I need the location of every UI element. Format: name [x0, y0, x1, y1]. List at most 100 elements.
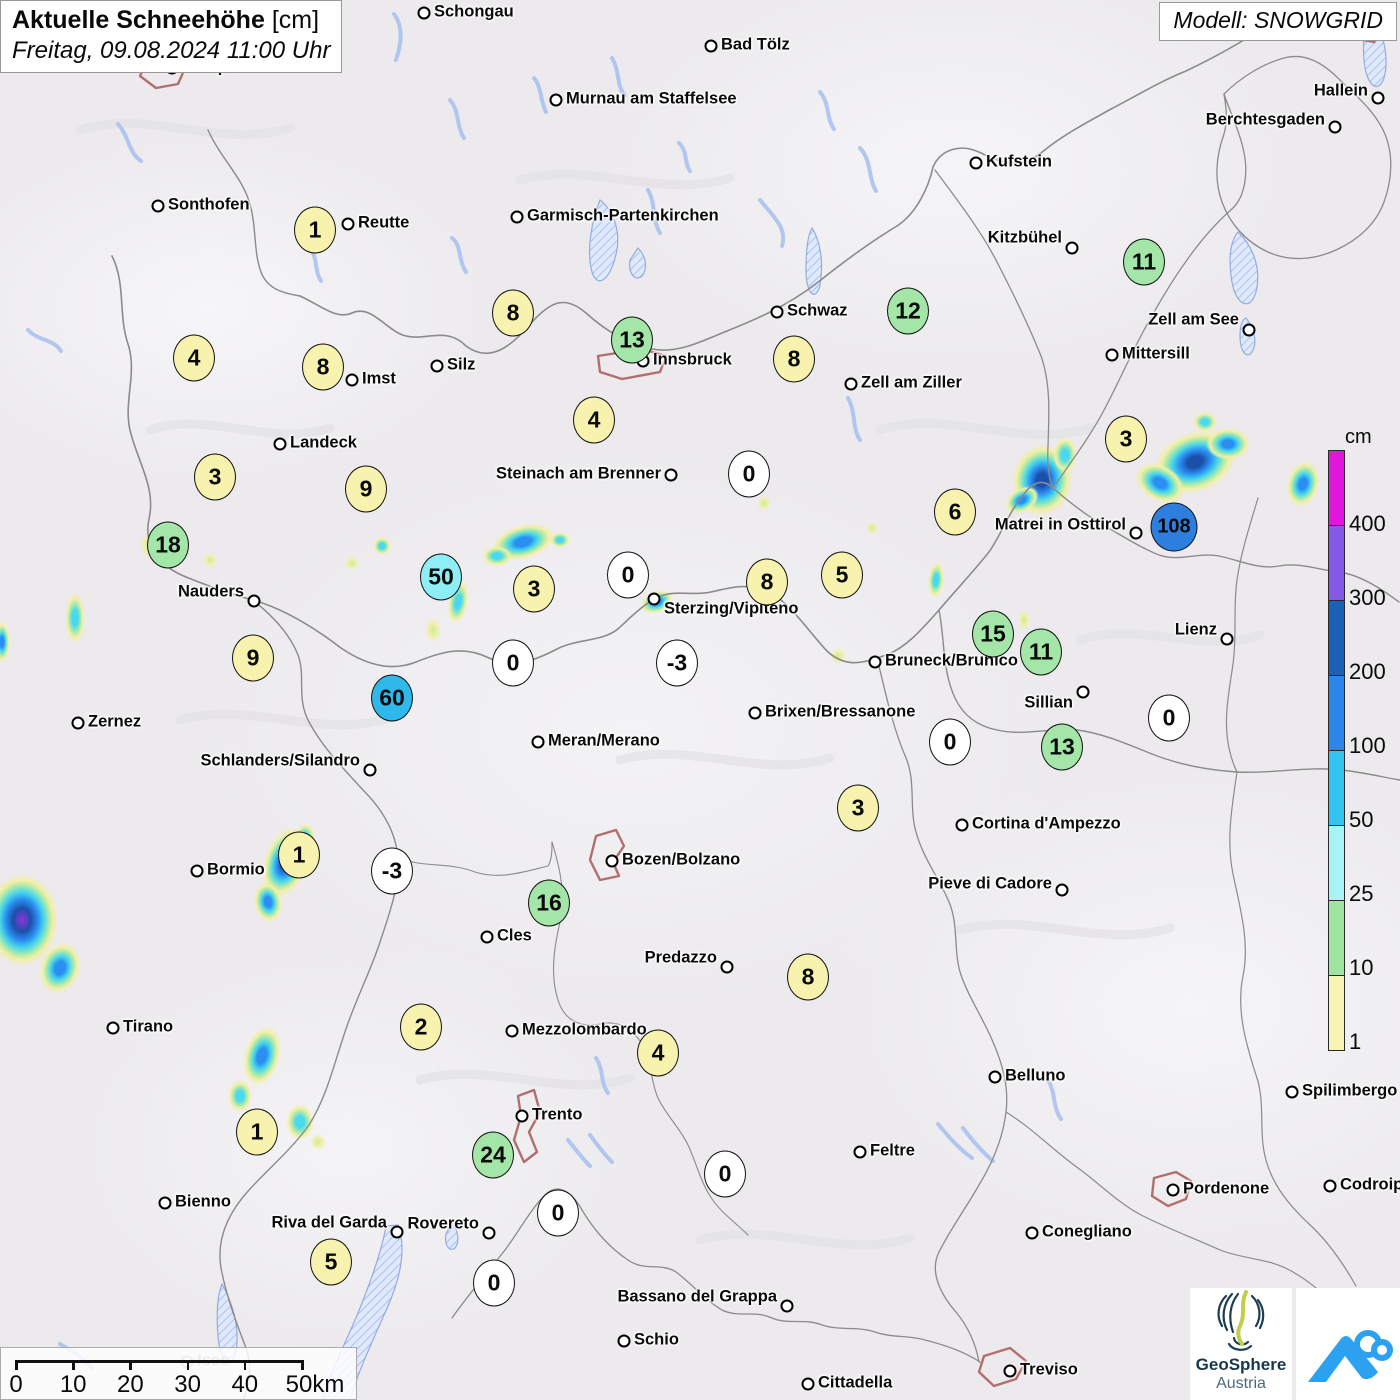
city-labels-layer: KemptenSchongauBad TölzMurnau am Staffel… [0, 0, 1400, 1400]
snow-patch [425, 618, 441, 642]
city-label: Zernez [88, 712, 142, 731]
river-path [532, 76, 548, 114]
city-marker-icon [273, 437, 287, 451]
city-label: Bozen/Bolzano [622, 850, 741, 869]
station-snow-depth-value: 5 [310, 1238, 352, 1286]
snow-patch [0, 874, 58, 966]
river-path [26, 328, 63, 353]
city-label: Bad Tölz [721, 35, 790, 54]
snow-patch [1128, 454, 1192, 512]
city-label: Bassano del Grappa [617, 1287, 777, 1306]
station-snow-depth-value: 3 [1105, 415, 1147, 463]
river-path [594, 1056, 610, 1095]
city-boundaries [138, 8, 1386, 1388]
redb-path [588, 828, 626, 882]
map-base-layer [26, 10, 1387, 1400]
legend-color-segment [1329, 675, 1344, 750]
city-label: Garmisch-Partenkirchen [527, 206, 719, 225]
snow-patch [444, 578, 472, 626]
city-marker-icon [636, 354, 650, 368]
city-label: Silz [447, 355, 476, 374]
station-snow-depth-value: 15 [972, 610, 1014, 658]
station-snow-depth-value: 24 [472, 1131, 514, 1179]
legend-color-segment [1329, 900, 1344, 975]
station-snow-depth-value: 8 [746, 558, 788, 606]
city-label: Cles [497, 926, 532, 945]
legend-tick-label: 400 [1349, 511, 1386, 536]
city-label: Landeck [290, 433, 357, 452]
scale-tick [301, 1360, 304, 1370]
city-label: Codroipo [1340, 1175, 1400, 1194]
snow-patch [926, 561, 946, 599]
river-path [961, 1126, 995, 1163]
legend-color-segment [1329, 600, 1344, 675]
scale-tick [186, 1360, 190, 1370]
city-marker-icon [345, 373, 359, 387]
snow-patch [1281, 457, 1325, 511]
border-path [1225, 497, 1259, 773]
city-label: Zell am See [1148, 310, 1239, 329]
legend-tick-label: 10 [1349, 955, 1374, 980]
city-marker-icon [1166, 1183, 1180, 1197]
city-marker-icon [363, 763, 377, 777]
station-snow-depth-value: 8 [773, 335, 815, 383]
city-marker-icon [1328, 120, 1342, 134]
city-label: Mittersill [1122, 344, 1190, 363]
city-marker-icon [868, 655, 882, 669]
snow-patch [1193, 412, 1217, 432]
scale-tick [15, 1360, 18, 1370]
station-snow-depth-value: 13 [1041, 723, 1083, 771]
river-path [588, 1133, 614, 1164]
station-snow-depth-value: -3 [371, 847, 413, 895]
snow-patch [1006, 439, 1078, 521]
city-marker-icon [780, 1299, 794, 1313]
city-label: Spilimbergo [1302, 1081, 1398, 1100]
lake-path [444, 1220, 459, 1250]
city-label: Imst [362, 369, 396, 388]
city-label: Cittadella [818, 1373, 893, 1392]
snow-patch [295, 824, 315, 848]
lake-path [629, 247, 647, 279]
city-marker-icon [955, 818, 969, 832]
city-label: Belluno [1005, 1066, 1066, 1085]
geosphere-logo-icon [1217, 1290, 1265, 1351]
city-label: Schongau [434, 2, 514, 21]
city-label: Bruneck/Brunico [885, 651, 1018, 670]
title-datetime: Freitag, 09.08.2024 11:00 Uhr [12, 37, 331, 64]
border-path [451, 1188, 981, 1363]
station-snow-depth-value: 8 [492, 289, 534, 337]
border-path [219, 599, 399, 1400]
river-path [858, 146, 878, 193]
legend-tick-label: 50 [1349, 807, 1374, 832]
snow-patch [253, 820, 319, 904]
scale-bar: 0 10 20 30 40 50km [0, 1347, 357, 1400]
city-label: Pieve di Cadore [928, 874, 1052, 893]
station-snow-depth-value: 60 [371, 674, 413, 722]
river-path [610, 56, 627, 98]
station-snow-depth-value: 18 [147, 521, 189, 569]
station-snow-depth-value: 4 [637, 1029, 679, 1077]
snow-patch [550, 532, 570, 548]
river-path [846, 396, 862, 442]
city-label: Schwaz [787, 301, 848, 320]
river-path [1046, 1078, 1063, 1121]
city-marker-icon [704, 39, 718, 53]
city-label: Feltre [870, 1141, 915, 1160]
snow-patch [236, 1022, 288, 1090]
city-label: Schio [634, 1330, 679, 1349]
city-label: Matrei in Osttirol [994, 515, 1126, 534]
city-marker-icon [969, 156, 983, 170]
station-snow-depth-value: 0 [492, 639, 534, 687]
city-label: Steinach am Brenner [495, 464, 661, 483]
river-path [646, 188, 662, 235]
city-label: Innsbruck [653, 350, 732, 369]
geosphere-logo-subtext: Austria [1216, 1375, 1266, 1392]
lakes [216, 10, 1387, 1400]
border-path [207, 129, 301, 297]
city-marker-icon [853, 1145, 867, 1159]
river-path [450, 236, 468, 274]
snow-patch [1000, 480, 1044, 520]
snow-depth-map: KemptenSchongauBad TölzMurnau am Staffel… [0, 0, 1400, 1400]
legend-tick-label: 100 [1349, 733, 1386, 758]
city-label: Bormio [207, 860, 265, 879]
